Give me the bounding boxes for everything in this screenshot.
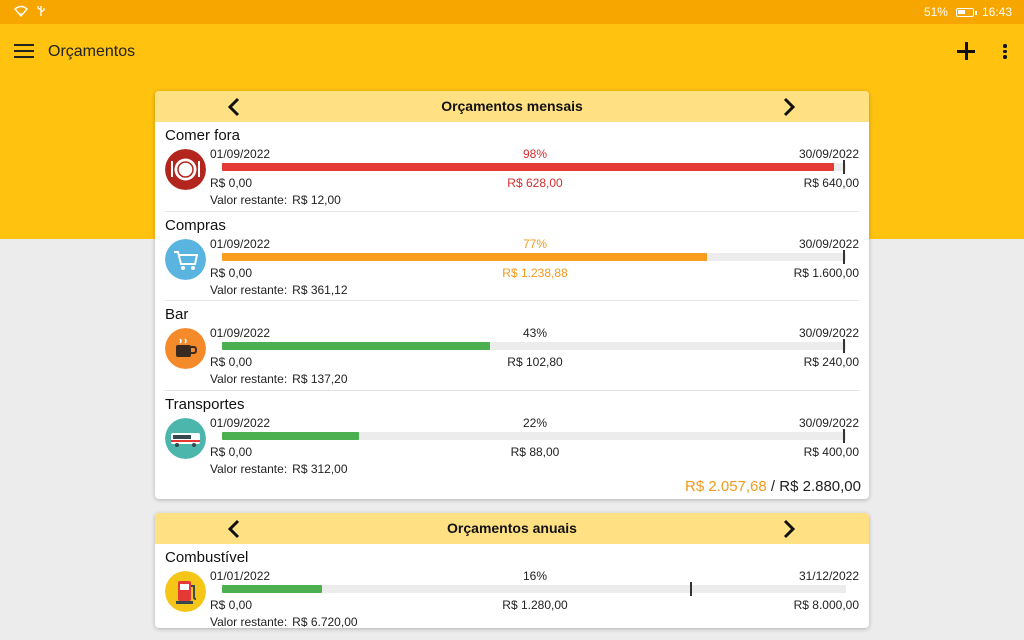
budget-name: Compras: [165, 216, 226, 234]
shopping-cart-icon: [165, 238, 206, 280]
start-date: 01/09/2022: [210, 326, 271, 340]
time-marker: [842, 339, 845, 353]
limit-value: R$ 240,00: [803, 355, 859, 369]
wifi-icon: [14, 5, 28, 20]
budget-percent: 22%: [522, 415, 548, 430]
budget-item-transportes[interactable]: Transportes 01/09/2022 22% 30/09/2022 R$…: [155, 391, 869, 481]
remaining-value: R$ 6.720,00: [292, 615, 358, 628]
remaining-value: R$ 361,12: [292, 282, 348, 297]
previous-month-chevron-icon[interactable]: [225, 97, 243, 117]
remaining-label: Valor restante:: [210, 193, 288, 207]
budget-percent: 98%: [522, 147, 548, 161]
remaining-label: Valor restante:: [210, 372, 288, 386]
start-date: 01/09/2022: [210, 415, 271, 430]
total-limit: R$ 2.880,00: [779, 478, 861, 495]
budget-progress-bar: [222, 339, 846, 353]
start-date: 01/09/2022: [210, 236, 271, 251]
page-title: Orçamentos: [48, 43, 136, 60]
end-date: 30/09/2022: [798, 147, 859, 161]
add-icon[interactable]: [955, 40, 977, 62]
menu-icon[interactable]: [14, 44, 34, 60]
remaining-row: Valor restante: R$ 6.720,00: [210, 615, 358, 628]
clock: 16:43: [981, 5, 1012, 19]
spent-value: R$ 1.238,88: [502, 265, 568, 280]
end-date: 30/09/2022: [798, 326, 859, 340]
previous-year-chevron-icon[interactable]: [225, 519, 243, 539]
remaining-row: Valor restante: R$ 137,20: [210, 372, 348, 386]
fuel-pump-icon: [165, 571, 206, 612]
budget-percent: 16%: [522, 569, 548, 583]
annual-budgets-card: Orçamentos anuais Combustível 01/01/2022…: [155, 513, 869, 628]
remaining-row: Valor restante: R$ 361,12: [210, 283, 348, 297]
remaining-row: Valor restante: R$ 12,00: [210, 193, 341, 207]
budget-name: Comer fora: [165, 127, 241, 144]
progress-fill: [222, 342, 491, 350]
min-value: R$ 0,00: [210, 355, 253, 369]
coffee-cup-icon: [165, 328, 206, 369]
remaining-row: Valor restante: R$ 312,00: [210, 462, 348, 476]
progress-fill: [222, 585, 322, 593]
monthly-totals: R$ 2.057,68 / R$ 2.880,00: [685, 478, 861, 495]
end-date: 30/09/2022: [798, 415, 859, 430]
total-separator: /: [770, 478, 776, 495]
budget-item-comer-fora[interactable]: Comer fora 01/09/2022 98% 30/09/2022 R$ …: [155, 122, 869, 212]
time-marker: [842, 428, 845, 443]
monthly-budgets-card: Orçamentos mensais Comer fora 01/09/2022…: [155, 91, 869, 499]
budget-progress-bar: [222, 428, 846, 443]
remaining-label: Valor restante:: [210, 461, 288, 476]
end-date: 30/09/2022: [798, 236, 859, 251]
more-options-icon[interactable]: [1000, 44, 1010, 60]
progress-fill: [222, 252, 707, 261]
monthly-title: Orçamentos mensais: [441, 98, 583, 114]
progress-fill: [222, 431, 360, 440]
battery-icon: [955, 7, 977, 17]
annual-title: Orçamentos anuais: [447, 520, 577, 536]
spent-value: R$ 628,00: [507, 176, 563, 190]
budget-percent: 43%: [522, 326, 548, 340]
battery-percent: 51%: [923, 5, 948, 19]
budget-progress-bar: [222, 249, 846, 264]
min-value: R$ 0,00: [210, 598, 253, 612]
total-spent: R$ 2.057,68: [685, 478, 767, 495]
monthly-header: Orçamentos mensais: [155, 91, 869, 122]
budget-item-compras[interactable]: Compras 01/09/2022 77% 30/09/2022 R$ 0,0…: [155, 212, 869, 302]
budget-percent: 77%: [522, 236, 548, 251]
time-marker: [842, 160, 845, 174]
spent-value: R$ 1.280,00: [502, 598, 568, 612]
budget-item-bar[interactable]: Bar 01/09/2022 43% 30/09/2022 R$ 0,00 R$…: [155, 301, 869, 391]
spent-value: R$ 102,80: [507, 355, 563, 369]
remaining-label: Valor restante:: [210, 615, 288, 628]
end-date: 31/12/2022: [798, 569, 859, 583]
start-date: 01/01/2022: [210, 569, 271, 583]
start-date: 01/09/2022: [210, 147, 271, 161]
remaining-label: Valor restante:: [210, 282, 288, 297]
budget-name: Bar: [165, 306, 189, 323]
annual-header: Orçamentos anuais: [155, 513, 869, 544]
min-value: R$ 0,00: [210, 265, 253, 280]
time-marker: [842, 249, 845, 264]
next-year-chevron-icon[interactable]: [780, 519, 798, 539]
min-value: R$ 0,00: [210, 444, 253, 459]
progress-fill: [222, 163, 834, 171]
budget-name: Transportes: [165, 395, 245, 413]
budget-item-combustivel[interactable]: Combustível 01/01/2022 16% 31/12/2022 R$…: [155, 544, 869, 628]
limit-value: R$ 640,00: [803, 176, 859, 190]
budget-progress-bar: [222, 582, 846, 596]
remaining-value: R$ 312,00: [292, 461, 348, 476]
limit-value: R$ 8.000,00: [793, 598, 859, 612]
budget-progress-bar: [222, 160, 846, 174]
time-marker: [690, 582, 692, 596]
bus-icon: [165, 417, 206, 459]
spent-value: R$ 88,00: [510, 444, 560, 459]
limit-value: R$ 400,00: [803, 444, 859, 459]
remaining-value: R$ 137,20: [292, 372, 348, 386]
dinner-plate-icon: [165, 149, 206, 190]
limit-value: R$ 1.600,00: [793, 265, 859, 280]
budget-name: Combustível: [165, 549, 249, 566]
status-bar: 51% 16:43: [0, 0, 1024, 24]
usb-icon: [36, 5, 46, 20]
min-value: R$ 0,00: [210, 176, 253, 190]
next-month-chevron-icon[interactable]: [780, 97, 798, 117]
remaining-value: R$ 12,00: [292, 193, 341, 207]
